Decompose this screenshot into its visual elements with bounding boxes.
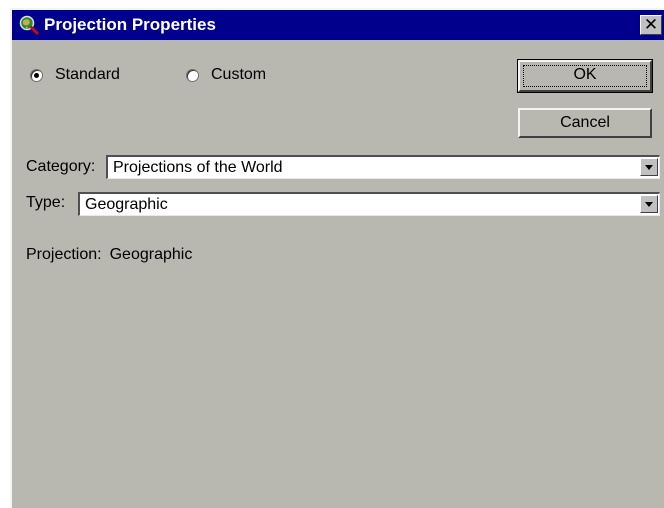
focus-rect bbox=[523, 65, 647, 87]
radio-standard[interactable]: Standard bbox=[30, 66, 120, 84]
radio-custom[interactable]: Custom bbox=[186, 66, 266, 84]
projection-label: Projection: bbox=[26, 246, 102, 263]
radio-standard-label: Standard bbox=[55, 66, 120, 83]
close-icon: ✕ bbox=[643, 15, 659, 34]
close-button[interactable]: ✕ bbox=[640, 15, 662, 35]
category-value: Projections of the World bbox=[113, 159, 283, 176]
type-label: Type: bbox=[26, 194, 66, 211]
projection-readout: Projection: Geographic bbox=[26, 246, 192, 264]
radio-custom-indicator[interactable] bbox=[186, 68, 199, 82]
type-value: Geographic bbox=[85, 196, 168, 213]
globe-magnifier-icon bbox=[18, 15, 40, 35]
projection-value: Geographic bbox=[109, 246, 193, 263]
radio-standard-indicator[interactable] bbox=[30, 68, 43, 82]
category-dropdown[interactable]: Projections of the World bbox=[106, 155, 660, 179]
category-dropdown-arrow[interactable] bbox=[640, 158, 658, 176]
ok-button[interactable]: OK bbox=[517, 59, 653, 93]
chevron-down-icon bbox=[645, 165, 653, 170]
projection-properties-dialog: Projection Properties ✕ Standard Custom … bbox=[10, 8, 664, 508]
chevron-down-icon bbox=[645, 202, 653, 207]
cancel-button-label: Cancel bbox=[560, 114, 610, 131]
window-title: Projection Properties bbox=[44, 15, 216, 34]
type-dropdown-arrow[interactable] bbox=[640, 195, 658, 213]
type-dropdown[interactable]: Geographic bbox=[78, 192, 660, 216]
cancel-button[interactable]: Cancel bbox=[518, 108, 652, 138]
title-bar[interactable]: Projection Properties ✕ bbox=[12, 10, 664, 40]
radio-custom-label: Custom bbox=[211, 66, 267, 83]
category-label: Category: bbox=[26, 158, 96, 175]
